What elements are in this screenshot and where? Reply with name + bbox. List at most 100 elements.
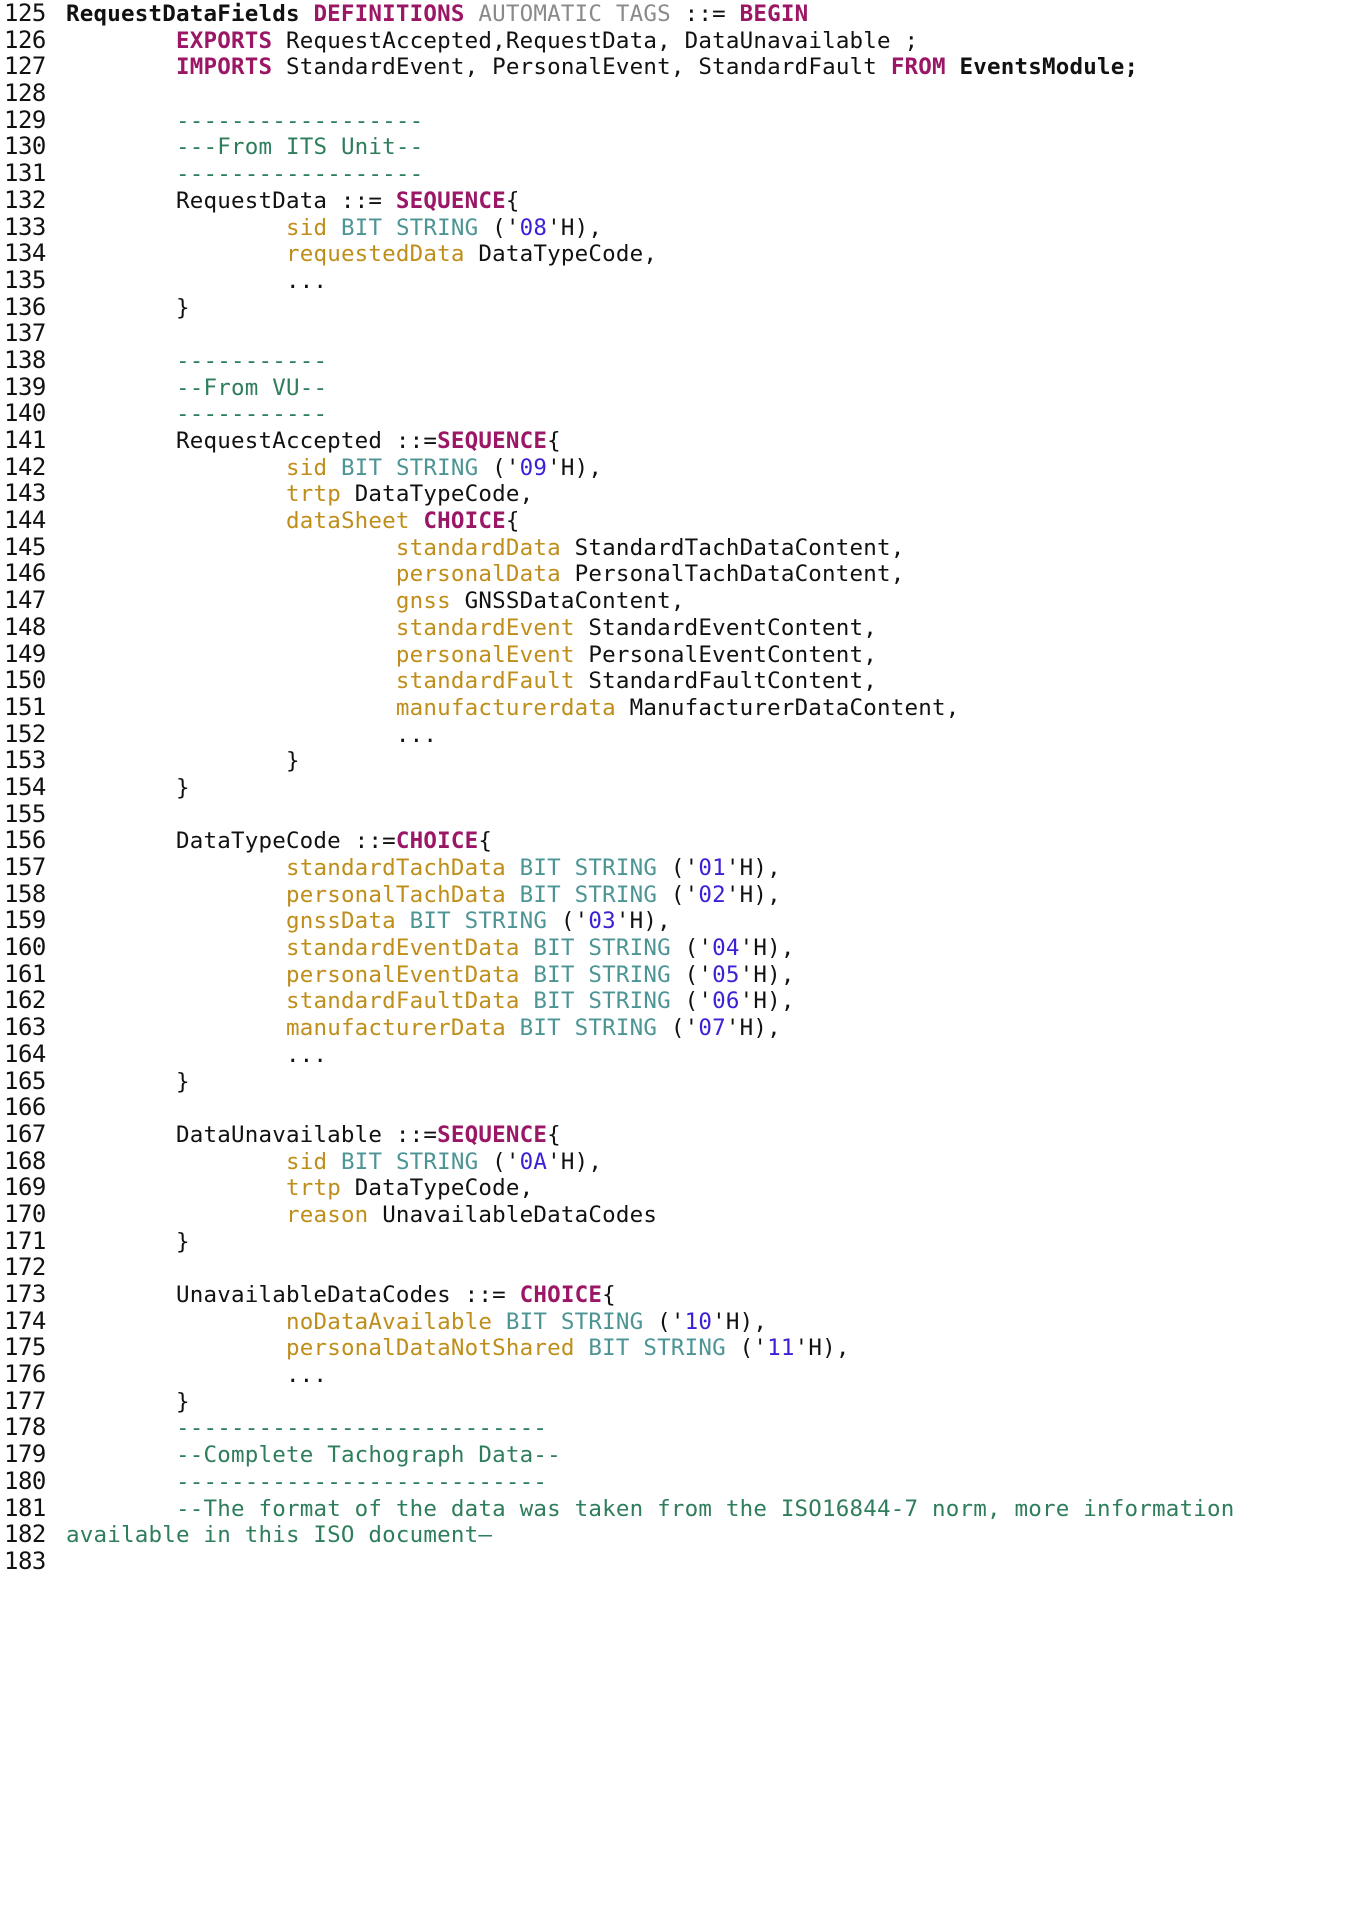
token-plain: 'H), bbox=[712, 1308, 768, 1335]
code-line[interactable]: 138 ----------- bbox=[0, 347, 1368, 374]
token-comment: ---From ITS Unit-- bbox=[175, 134, 424, 161]
code-line[interactable]: 133 sid BIT STRING ('08'H), bbox=[0, 212, 1368, 241]
code-line[interactable]: 173 UnavailableDataCodes ::= CHOICE{ bbox=[0, 1281, 1368, 1308]
code-line[interactable]: 125 RequestDataFields DEFINITIONS AUTOMAT… bbox=[0, 0, 1368, 27]
line-number: 172 bbox=[4, 1253, 46, 1282]
code-line[interactable]: 139 --From VU-- bbox=[0, 373, 1368, 400]
code-line[interactable]: 141 RequestAccepted ::=SEQUENCE{ bbox=[0, 427, 1368, 454]
token-plain: (' bbox=[684, 961, 713, 988]
code-line[interactable]: 126 EXPORTS RequestAccepted,RequestData,… bbox=[0, 26, 1368, 53]
code-line[interactable]: 169 trtp DataTypeCode, bbox=[0, 1174, 1368, 1201]
code-line[interactable]: 131 ------------------ bbox=[0, 160, 1368, 187]
token-field: requestedData bbox=[285, 241, 479, 268]
code-line[interactable]: 180 --------------------------- bbox=[0, 1468, 1368, 1495]
code-line[interactable]: 183 bbox=[0, 1548, 1368, 1575]
code-line[interactable]: 129 ------------------ bbox=[0, 107, 1368, 134]
token-plain: PersonalTachDataContent, bbox=[574, 561, 905, 588]
code-line[interactable]: 135 ... bbox=[0, 267, 1368, 294]
code-line[interactable]: 172 bbox=[0, 1254, 1368, 1281]
code-line[interactable]: 145 standardData StandardTachDataContent… bbox=[0, 534, 1368, 561]
code-line[interactable]: 144 dataSheet CHOICE{ bbox=[0, 507, 1368, 534]
token-plain: (' bbox=[684, 935, 713, 962]
code-line[interactable]: 154 } bbox=[0, 774, 1368, 801]
code-line[interactable]: 153 } bbox=[0, 747, 1368, 774]
code-line[interactable]: 178 --------------------------- bbox=[0, 1414, 1368, 1441]
token-field: standardTachData bbox=[285, 855, 520, 881]
token-comment: --------------------------- bbox=[175, 1468, 548, 1495]
code-line[interactable]: 175 personalDataNotShared BIT STRING ('1… bbox=[0, 1334, 1368, 1361]
code-line[interactable]: 168 sid BIT STRING ('0A'H), bbox=[0, 1147, 1368, 1175]
code-line[interactable]: 149 personalEvent PersonalEventContent, bbox=[0, 640, 1368, 668]
token-plain: ... bbox=[66, 721, 438, 748]
line-number: 162 bbox=[4, 986, 46, 1015]
code-line[interactable]: 128 bbox=[0, 80, 1368, 107]
token-hex: 03 bbox=[588, 908, 616, 935]
code-line[interactable]: 157 standardTachData BIT STRING ('01'H), bbox=[0, 854, 1368, 881]
code-line[interactable]: 158 personalTachData BIT STRING ('02'H), bbox=[0, 880, 1368, 909]
code-line[interactable]: 147 gnss GNSSDataContent, bbox=[0, 587, 1368, 614]
token-plain: } bbox=[66, 1068, 190, 1095]
line-number: 148 bbox=[4, 612, 46, 641]
token-field: manufacturerData bbox=[285, 1015, 520, 1042]
token-plain: 'H), bbox=[615, 908, 671, 935]
token-plain: } bbox=[66, 774, 190, 801]
code-line[interactable]: 163 manufacturerData BIT STRING ('07'H), bbox=[0, 1014, 1368, 1041]
token-hex: 07 bbox=[698, 1015, 726, 1042]
code-line[interactable]: 136 } bbox=[0, 293, 1368, 320]
code-line[interactable]: 181 --The format of the data was taken f… bbox=[0, 1494, 1368, 1521]
code-text: ... bbox=[66, 1042, 1368, 1069]
code-line[interactable]: 134 requestedData DataTypeCode, bbox=[0, 240, 1368, 267]
code-line[interactable]: 152 ... bbox=[0, 720, 1368, 748]
code-line[interactable]: 159 gnssData BIT STRING ('03'H), bbox=[0, 907, 1368, 934]
code-line[interactable]: 142 sid BIT STRING ('09'H), bbox=[0, 453, 1368, 480]
code-text: personalTachData BIT STRING ('02'H), bbox=[66, 882, 1368, 909]
code-line[interactable]: 176 ... bbox=[0, 1361, 1368, 1388]
code-line[interactable]: 151 manufacturerdata ManufacturerDataCon… bbox=[0, 694, 1368, 721]
code-line[interactable]: 165 } bbox=[0, 1067, 1368, 1095]
line-number: 133 bbox=[4, 212, 46, 241]
token-type: BIT STRING bbox=[519, 1015, 671, 1042]
line-number: 176 bbox=[4, 1360, 46, 1389]
line-number: 164 bbox=[4, 1039, 46, 1068]
code-line[interactable]: 132 RequestData ::= SEQUENCE{ bbox=[0, 187, 1368, 214]
code-line[interactable]: 130 ---From ITS Unit-- bbox=[0, 133, 1368, 160]
code-line[interactable]: 146 personalData PersonalTachDataContent… bbox=[0, 560, 1368, 587]
code-text: standardFault StandardFaultContent, bbox=[66, 668, 1368, 695]
code-line[interactable]: 179 --Complete Tachograph Data-- bbox=[0, 1441, 1368, 1468]
code-line[interactable]: 160 standardEventData BIT STRING ('04'H)… bbox=[0, 934, 1368, 961]
code-line[interactable]: 166 bbox=[0, 1094, 1368, 1121]
token-plain: { bbox=[602, 1282, 616, 1308]
token-hex: 10 bbox=[684, 1308, 713, 1335]
code-line[interactable]: 171 } bbox=[0, 1227, 1368, 1254]
code-line[interactable]: 174 noDataAvailable BIT STRING ('10'H), bbox=[0, 1307, 1368, 1335]
code-line[interactable]: 150 standardFault StandardFaultContent, bbox=[0, 667, 1368, 694]
code-line[interactable]: 137 bbox=[0, 320, 1368, 347]
code-line[interactable]: 177 } bbox=[0, 1388, 1368, 1415]
code-line[interactable]: 156 DataTypeCode ::=CHOICE{ bbox=[0, 827, 1368, 854]
line-number: 131 bbox=[4, 159, 46, 188]
code-line[interactable]: 162 standardFaultData BIT STRING ('06'H)… bbox=[0, 987, 1368, 1014]
token-plain: 'H), bbox=[725, 855, 781, 881]
code-listing[interactable]: 125 RequestDataFields DEFINITIONS AUTOMAT… bbox=[0, 0, 1368, 1575]
code-line[interactable]: 143 trtp DataTypeCode, bbox=[0, 480, 1368, 507]
token-type: BIT STRING bbox=[533, 988, 685, 1015]
token-hex: 06 bbox=[712, 988, 740, 1015]
code-text: gnssData BIT STRING ('03'H), bbox=[66, 908, 1368, 935]
code-line[interactable]: 170 reason UnavailableDataCodes bbox=[0, 1201, 1368, 1228]
code-line[interactable]: 140 ----------- bbox=[0, 400, 1368, 427]
code-line[interactable]: 155 bbox=[0, 800, 1368, 828]
code-line[interactable]: 148 standardEvent StandardEventContent, bbox=[0, 614, 1368, 641]
code-line[interactable]: 167 DataUnavailable ::=SEQUENCE{ bbox=[0, 1121, 1368, 1148]
code-line[interactable]: 127 IMPORTS StandardEvent, PersonalEvent… bbox=[0, 53, 1368, 80]
code-line[interactable]: 161 personalEventData BIT STRING ('05'H)… bbox=[0, 961, 1368, 988]
code-line[interactable]: 164 ... bbox=[0, 1041, 1368, 1068]
code-text: standardFaultData BIT STRING ('06'H), bbox=[66, 988, 1368, 1015]
token-comment: --------------------------- bbox=[175, 1415, 548, 1442]
code-line[interactable]: 182 available in this ISO document– bbox=[0, 1521, 1368, 1548]
